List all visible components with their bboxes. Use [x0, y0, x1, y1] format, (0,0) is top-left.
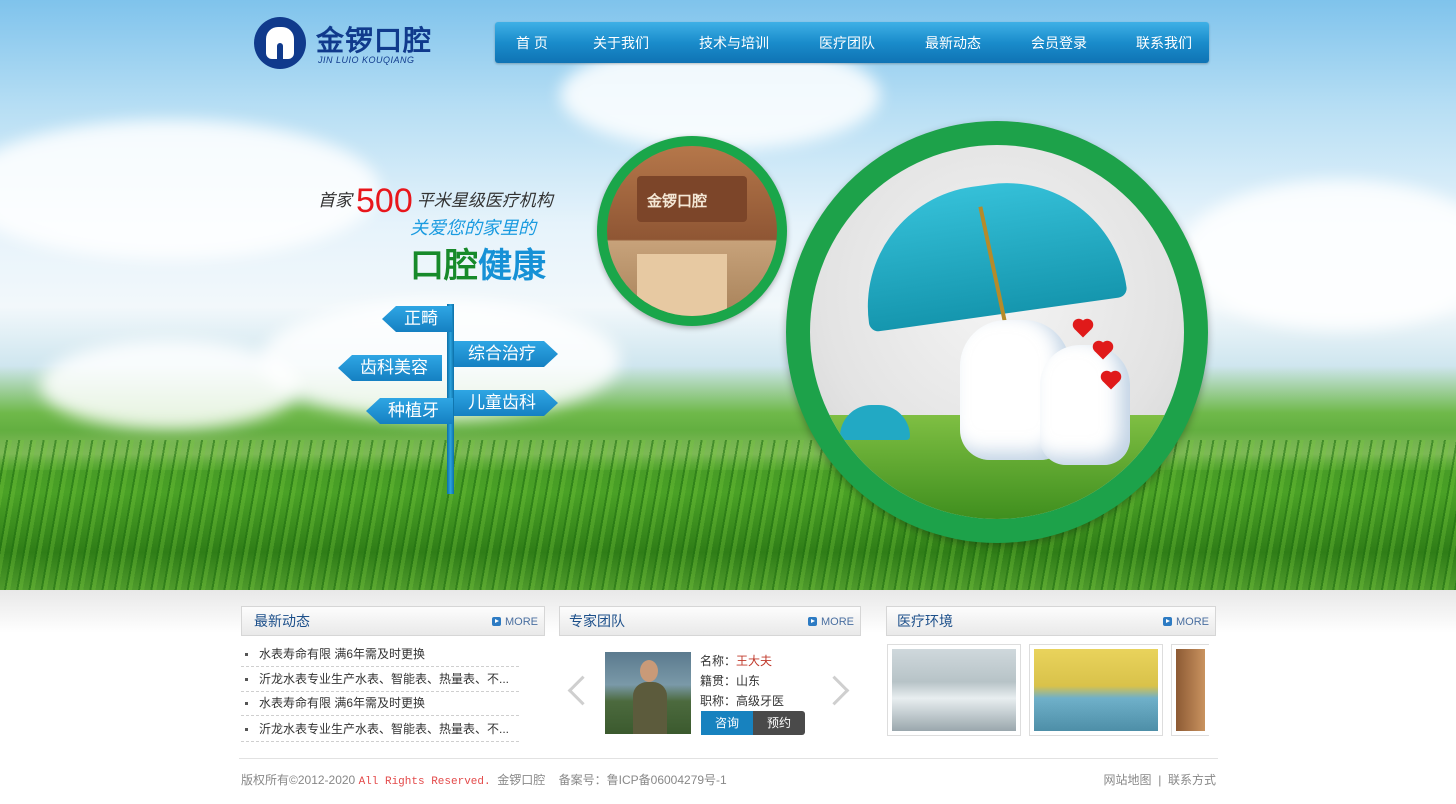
nav-item-about[interactable]: 关于我们 [593, 22, 649, 63]
slogan-oral: 口腔 [410, 247, 478, 285]
nav-item-contact[interactable]: 联系我们 [1136, 22, 1192, 63]
tooth-character-icon [1040, 345, 1130, 465]
tooth-logo-icon [254, 17, 306, 69]
cloud [1180, 180, 1456, 330]
footer-copyright: 版权所有©2012-2020 All Rights Reserved. 金锣口腔… [241, 773, 727, 788]
tooth-umbrella-illustration [810, 145, 1184, 519]
doctor-origin: 山东 [736, 674, 761, 688]
sitemap-link[interactable]: 网站地图 [1104, 773, 1152, 787]
grass-field [0, 440, 1456, 590]
nav-item-latest-news[interactable]: 最新动态 [925, 22, 981, 63]
nav-item-member-login[interactable]: 会员登录 [1031, 22, 1087, 63]
small-umbrella-icon [840, 405, 910, 440]
nav-item-home[interactable]: 首 页 [516, 22, 548, 63]
sign-general-treatment[interactable]: 综合治疗 [454, 341, 558, 367]
cloud [40, 340, 300, 430]
experts-panel-header: 专家团队 MORE [559, 606, 861, 636]
environment-more-link[interactable]: MORE [1163, 607, 1209, 637]
doctor-title: 高级牙医 [736, 694, 785, 708]
arrow-right-icon [1163, 617, 1172, 626]
slogan-suffix: 平米星级医疗机构 [416, 191, 553, 210]
environment-photo[interactable] [1029, 644, 1163, 736]
sign-cosmetic-dentistry[interactable]: 齿科美容 [338, 355, 442, 381]
news-item[interactable]: 水表寿命有限 满6年需及时更换 [241, 642, 519, 667]
clinic-photo-frame: 金锣口腔 [597, 136, 787, 326]
hero-banner: 金锣口腔 JIN LUIO KOUQIANG 首 页 关于我们 技术与培训 医疗… [0, 0, 1456, 590]
consult-button[interactable]: 咨询 [701, 711, 753, 735]
carousel-next-arrow-icon[interactable] [826, 672, 850, 712]
clinic-reception-photo: 金锣口腔 [607, 146, 777, 316]
nav-item-medical-team[interactable]: 医疗团队 [819, 22, 875, 63]
heart-icon [1074, 320, 1092, 338]
clinic-wall-logo-text: 金锣口腔 [647, 193, 708, 210]
environment-photo[interactable] [887, 644, 1021, 736]
footer-separator: | [1158, 773, 1162, 787]
environment-panel-header: 医疗环境 MORE [886, 606, 1216, 636]
footer-links: 网站地图 | 联系方式 [1104, 771, 1217, 788]
experts-more-link[interactable]: MORE [808, 607, 854, 637]
slogan-prefix: 首家 [318, 191, 352, 210]
news-item[interactable]: 水表寿命有限 满6年需及时更换 [241, 691, 519, 716]
doctor-name: 王大夫 [736, 654, 773, 668]
doctor-title-row: 职称：高级牙医 [700, 694, 785, 708]
main-nav: 首 页 关于我们 技术与培训 医疗团队 最新动态 会员登录 联系我们 [495, 22, 1209, 63]
carousel-prev-arrow-icon[interactable] [562, 672, 586, 712]
arrow-right-icon [808, 617, 817, 626]
slogan-health: 健康 [478, 247, 546, 285]
arrow-right-icon [492, 617, 501, 626]
logo-name-cn: 金锣口腔 [316, 25, 433, 56]
doctor-photo[interactable] [605, 652, 691, 734]
contact-link[interactable]: 联系方式 [1168, 773, 1216, 787]
tooth-umbrella-illustration-frame [786, 121, 1208, 543]
sign-orthodontics[interactable]: 正畸 [382, 306, 452, 332]
footer-divider [239, 758, 1218, 759]
news-panel-title: 最新动态 [254, 613, 310, 629]
site-logo[interactable]: 金锣口腔 JIN LUIO KOUQIANG [254, 17, 434, 71]
book-appointment-button[interactable]: 预约 [753, 711, 805, 735]
doctor-origin-row: 籍贯：山东 [700, 674, 761, 688]
slogan-number: 500 [356, 182, 413, 220]
logo-name-en: JIN LUIO KOUQIANG [318, 55, 415, 65]
sign-dental-implant[interactable]: 种植牙 [366, 398, 453, 424]
news-panel-header: 最新动态 MORE [241, 606, 545, 636]
news-more-link[interactable]: MORE [492, 607, 538, 637]
doctor-name-row: 名称：王大夫 [700, 654, 773, 668]
nav-item-technology-training[interactable]: 技术与培训 [699, 22, 769, 63]
news-item[interactable]: 沂龙水表专业生产水表、智能表、热量表、不... [241, 667, 519, 692]
hero-slogan-line3: 口腔健康 [410, 238, 546, 287]
environment-panel-title: 医疗环境 [897, 613, 953, 629]
footer-icp: 备案号：鲁ICP备06004279号-1 [558, 773, 727, 787]
news-item[interactable]: 沂龙水表专业生产水表、智能表、热量表、不... [241, 717, 519, 742]
hero-slogan-line2: 关爱您的家里的 [410, 218, 536, 238]
environment-photo[interactable] [1171, 644, 1209, 736]
experts-panel-title: 专家团队 [569, 613, 625, 629]
sign-pediatric-dentistry[interactable]: 儿童齿科 [454, 390, 558, 416]
